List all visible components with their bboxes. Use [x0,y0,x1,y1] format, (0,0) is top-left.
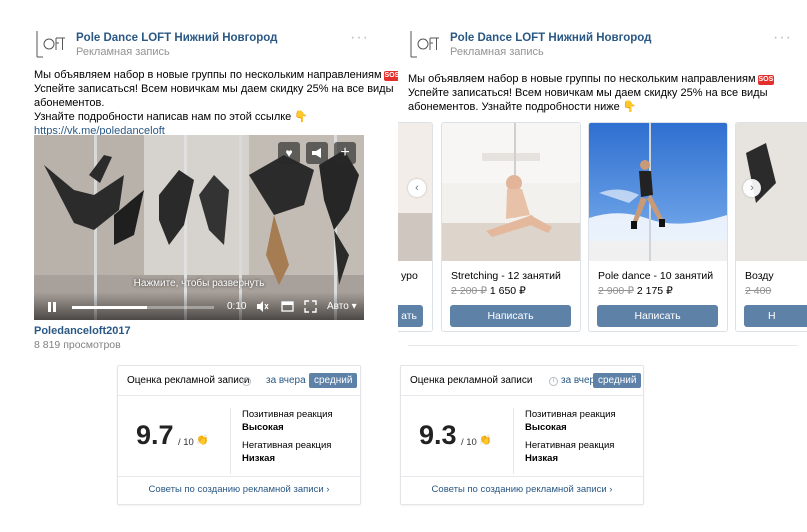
product-card[interactable]: Pole dance - 10 занятий 2 900 ₽2 175 ₽ Н… [588,122,728,332]
positive-reaction-value: Высокая [242,422,284,433]
write-button-label: Н [768,310,776,322]
video-expand-hint[interactable]: Нажмите, чтобы развернуть [34,278,364,289]
vertical-divider [513,408,514,474]
product-title: Pole dance - 10 занятий [598,270,714,282]
rating-header: Оценка рекламной записи i за вчера средн… [401,366,643,396]
more-dots-icon[interactable]: ··· [773,30,792,46]
more-dots-icon[interactable]: ··· [350,30,369,46]
vertical-divider [230,408,231,474]
negative-reaction-value: Низкая [525,453,559,464]
rating-title: Оценка рекламной записи [410,375,533,386]
post-author[interactable]: Pole Dance LOFT Нижний Новгород [450,32,651,44]
loft-logo[interactable] [408,28,440,60]
video-controls: 0:10 Авто ▾ [34,292,364,320]
post-text: Мы объявляем набор в новые группы по нес… [408,72,775,114]
positive-reaction-label: Позитивная реакция [242,409,333,420]
period-average-tab[interactable]: средний [593,373,642,388]
product-card[interactable]: Возду 2 400 Н [735,122,807,332]
clapping-hands-icon: 👏 [479,435,492,446]
video-quality-value: Авто [327,301,349,312]
video-player[interactable]: ♥ + Нажмите, чтобы развернуть 0:10 Авто … [34,135,364,320]
info-icon[interactable]: i [549,377,558,386]
video-progress-bar[interactable] [72,306,214,309]
fullscreen-icon[interactable] [304,300,317,313]
new-price: 1 650 ₽ [489,285,526,297]
video-views: 8 819 просмотров [34,339,121,351]
positive-reaction-value: Высокая [525,422,567,433]
clapping-hands-icon: 👏 [196,435,209,446]
info-icon[interactable]: i [242,377,251,386]
write-button[interactable]: Написать [450,305,571,327]
megaphone-icon[interactable] [306,142,328,164]
post-text-line: абонементов. Узнайте подробности ниже [408,101,620,113]
divider [408,345,798,346]
post-text-line: абонементов. [34,97,105,109]
mute-icon[interactable] [256,300,269,313]
ad-tips-link[interactable]: Советы по созданию рекламной записи › [118,476,360,504]
pointing-down-icon: 👇 [622,101,637,113]
video-time: 0:10 [227,301,247,312]
post-text-line: Мы объявляем набор в новые группы по нес… [408,73,756,85]
product-title: Stretching - 12 занятий [451,270,561,282]
old-price: 2 200 ₽ [451,285,487,297]
post-text-line: Успейте записаться! Всем новичкам мы дае… [34,83,394,95]
write-button[interactable]: Написать [597,305,718,327]
pause-icon[interactable] [46,301,58,313]
sos-badge-icon: SOS [757,75,775,85]
ad-label: Рекламная запись [76,46,170,58]
right-ad-post: Pole Dance LOFT Нижний Новгород Рекламна… [398,0,807,360]
period-average-tab[interactable]: средний [309,373,358,388]
video-progress-fill [72,306,148,309]
post-text-line: Успейте записаться! Всем новичкам мы дае… [408,87,768,99]
negative-reaction-value: Низкая [242,453,276,464]
product-title: Возду [745,270,774,282]
ad-label: Рекламная запись [450,46,544,58]
video-quality-select[interactable]: Авто ▾ [327,301,357,312]
rating-scale: / 10 [461,437,477,448]
product-card[interactable]: Stretching - 12 занятий 2 200 ₽1 650 ₽ Н… [441,122,581,332]
write-button-label: ать [401,310,417,322]
post-text-line: Мы объявляем набор в новые группы по нес… [34,69,382,81]
rating-score: 9.7 [136,420,174,450]
rating-title: Оценка рекламной записи [127,375,250,386]
ad-tips-link[interactable]: Советы по созданию рекламной записи › [401,476,643,504]
carousel-next-arrow-icon[interactable]: › [743,179,761,197]
product-carousel: уро ать Stretching - 12 занятий 2 200 ₽1 [398,122,807,334]
post-text-line: Узнайте подробности написав нам по этой … [34,111,292,123]
write-button[interactable]: ать [398,305,423,327]
rating-header: Оценка рекламной записи i за вчера средн… [118,366,360,396]
product-image [589,123,727,261]
pointing-down-icon: 👇 [294,111,309,123]
old-price: 2 900 ₽ [598,285,634,297]
post-text: Мы объявляем набор в новые группы по нес… [34,68,401,138]
heart-icon[interactable]: ♥ [278,142,300,164]
product-price: 2 900 ₽2 175 ₽ [598,285,673,297]
negative-reaction-label: Негативная реакция [242,440,332,451]
product-card[interactable]: уро ать [398,122,433,332]
ad-rating-panel: Оценка рекламной записи i за вчера средн… [117,365,361,505]
product-price: 2 400 [745,285,774,297]
positive-reaction-label: Позитивная реакция [525,409,616,420]
rating-score: 9.3 [419,420,457,450]
miniplayer-icon[interactable] [281,300,294,313]
product-price: 2 200 ₽1 650 ₽ [451,285,526,297]
product-image [442,123,580,261]
loft-logo[interactable] [34,28,66,60]
period-yesterday-tab[interactable]: за вчера [266,375,306,386]
rating-scale: / 10 [178,437,194,448]
product-title: уро [401,270,418,282]
carousel-prev-arrow-icon[interactable]: ‹ [408,179,426,197]
new-price: 2 175 ₽ [636,285,673,297]
plus-icon[interactable]: + [334,142,356,164]
negative-reaction-label: Негативная реакция [525,440,615,451]
video-title[interactable]: Poledanceloft2017 [34,325,131,337]
write-button[interactable]: Н [744,305,807,327]
ad-rating-panel: Оценка рекламной записи i за вчера средн… [400,365,644,505]
post-author[interactable]: Pole Dance LOFT Нижний Новгород [76,32,277,44]
left-ad-post: Pole Dance LOFT Нижний Новгород Рекламна… [0,0,401,360]
old-price: 2 400 [745,285,772,297]
